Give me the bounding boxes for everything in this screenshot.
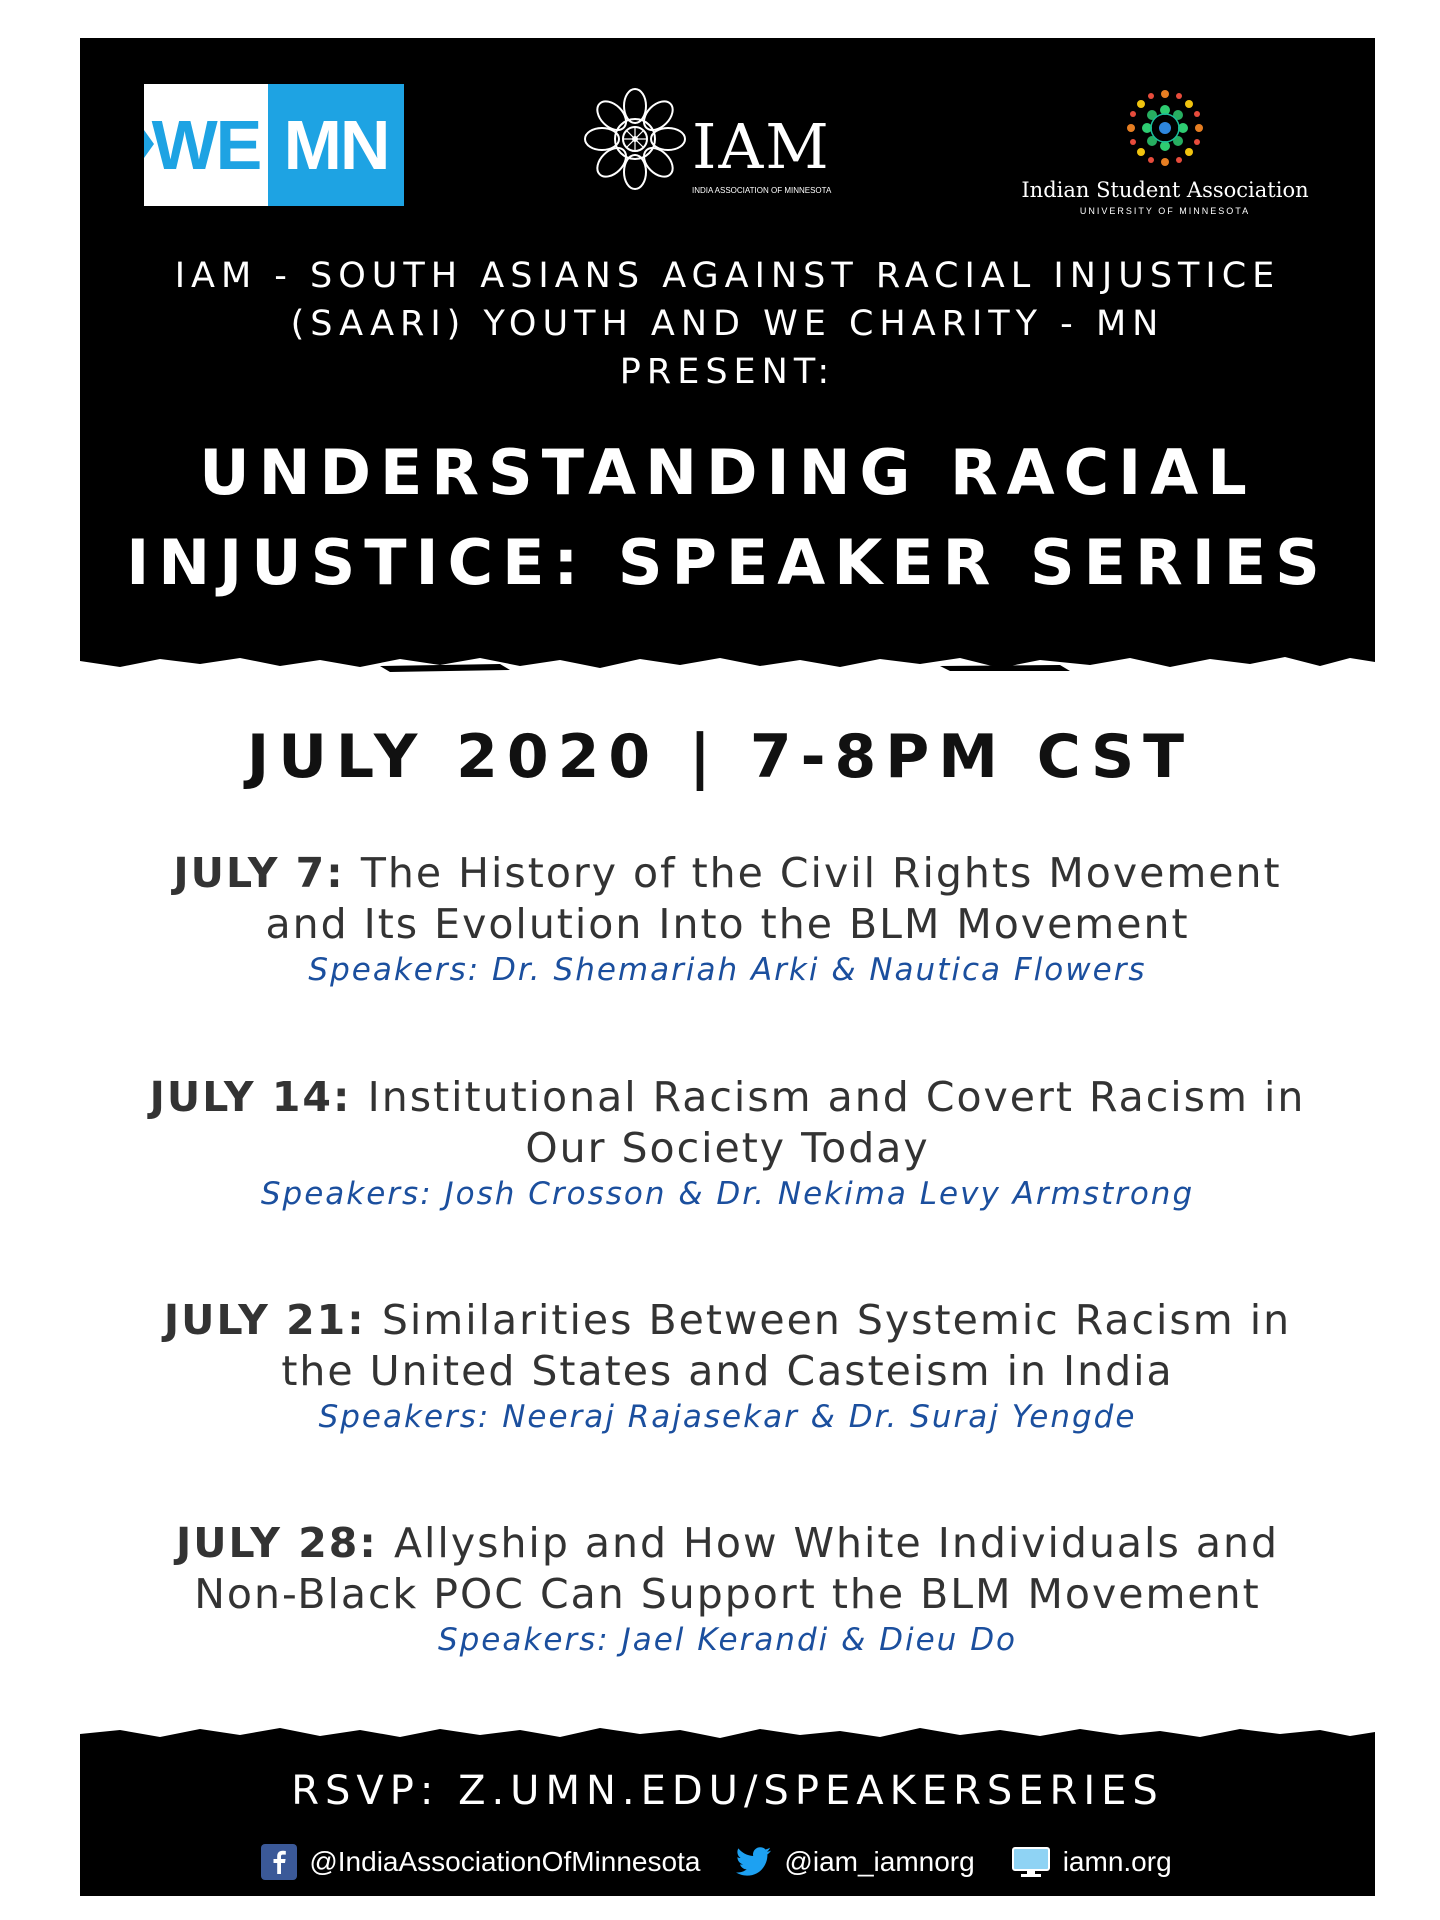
iam-logo-name: IAM xyxy=(692,110,831,183)
session-title: Similarities Between Systemic Racism in xyxy=(381,1296,1292,1344)
session-date: JULY 14 xyxy=(149,1073,333,1121)
rsvp-link[interactable]: RSVP: Z.UMN.EDU/SPEAKERSERIES xyxy=(80,1768,1375,1814)
session-title-line-2: Non-Black POC Can Support the BLM Moveme… xyxy=(194,1570,1261,1618)
session-speakers: Speakers: Dr. Shemariah Arki & Nautica F… xyxy=(308,952,1147,988)
session-title-line-1: JULY 14: Institutional Racism and Covert… xyxy=(80,1072,1375,1123)
twitter-link[interactable]: @iam_iamnorg xyxy=(736,1846,975,1878)
twitter-handle: @iam_iamnorg xyxy=(784,1846,975,1877)
session-date-separator: : xyxy=(359,1519,394,1567)
facebook-icon xyxy=(261,1844,298,1880)
presenters-text: IAM - SOUTH ASIANS AGAINST RACIAL INJUST… xyxy=(80,252,1375,396)
session-july-14: JULY 14: Institutional Racism and Covert… xyxy=(80,1072,1375,1214)
session-july-7: JULY 7: The History of the Civil Rights … xyxy=(80,848,1375,990)
indian-student-association-logo: Indian Student Association UNIVERSITY OF… xyxy=(1005,82,1325,222)
event-title-line-2: INJUSTICE: SPEAKER SERIES xyxy=(126,526,1329,599)
iam-emblem-icon xyxy=(584,88,686,190)
session-speakers: Speakers: Jael Kerandi & Dieu Do xyxy=(437,1622,1018,1658)
header-banner: WE MN IAM INDIA ASSOCIATION OF MINNESOTA… xyxy=(80,38,1375,650)
presenters-line-3: PRESENT: xyxy=(619,352,836,392)
schedule-heading: JULY 2020 | 7-8PM CST xyxy=(246,722,1194,792)
session-date: JULY 7 xyxy=(173,849,327,897)
iam-logo: IAM INDIA ASSOCIATION OF MINNESOTA xyxy=(580,84,870,204)
isa-logo-name: Indian Student Association xyxy=(1021,178,1309,202)
session-date: JULY 21 xyxy=(163,1296,348,1344)
we-mn-logo-we-text: WE xyxy=(151,106,263,184)
poster: WE MN IAM INDIA ASSOCIATION OF MINNESOTA… xyxy=(0,0,1440,1920)
website-link[interactable]: iamn.org xyxy=(1011,1846,1172,1878)
twitter-icon xyxy=(736,1847,772,1876)
isa-logo-subtitle: UNIVERSITY OF MINNESOTA xyxy=(1079,206,1251,216)
we-mn-logo-mn-text: MN xyxy=(283,106,391,184)
website-url: iamn.org xyxy=(1062,1846,1172,1877)
session-date: JULY 28 xyxy=(176,1519,360,1567)
we-mn-logo-left: WE xyxy=(144,84,268,206)
we-mn-logo: WE MN xyxy=(144,84,404,206)
session-date-separator: : xyxy=(332,1073,368,1121)
session-july-21: JULY 21: Similarities Between Systemic R… xyxy=(80,1295,1375,1437)
session-speakers: Speakers: Neeraj Rajasekar & Dr. Suraj Y… xyxy=(318,1399,1137,1435)
session-july-28: JULY 28: Allyship and How White Individu… xyxy=(80,1518,1375,1660)
iam-logo-subtitle: INDIA ASSOCIATION OF MINNESOTA xyxy=(692,186,832,195)
session-title-line-1: JULY 21: Similarities Between Systemic R… xyxy=(80,1295,1375,1346)
footer-banner: RSVP: Z.UMN.EDU/SPEAKERSERIES @IndiaAsso… xyxy=(80,1748,1375,1896)
event-title-line-1: UNDERSTANDING RACIAL xyxy=(199,436,1256,509)
session-title-line-1: JULY 28: Allyship and How White Individu… xyxy=(80,1518,1375,1569)
presenters-line-1: IAM - SOUTH ASIANS AGAINST RACIAL INJUST… xyxy=(174,256,1281,296)
session-date-separator: : xyxy=(347,1296,382,1344)
session-title-line-1: JULY 7: The History of the Civil Rights … xyxy=(80,848,1375,899)
facebook-handle: @IndiaAssociationOfMinnesota xyxy=(309,1846,701,1877)
header-brush-edge xyxy=(80,640,1375,672)
computer-icon xyxy=(1011,1847,1050,1877)
presenters-line-2: (SAARI) YOUTH AND WE CHARITY - MN xyxy=(290,304,1165,344)
mandala-icon xyxy=(1127,90,1203,166)
session-title-line-2: the United States and Casteism in India xyxy=(281,1347,1174,1395)
session-title-line-2: and Its Evolution Into the BLM Movement xyxy=(265,900,1190,948)
facebook-link[interactable]: @IndiaAssociationOfMinnesota xyxy=(261,1844,700,1880)
session-title: Institutional Racism and Covert Racism i… xyxy=(367,1073,1306,1121)
session-title: Allyship and How White Individuals and xyxy=(393,1519,1279,1567)
session-title-line-2: Our Society Today xyxy=(525,1124,930,1172)
we-mn-logo-right: MN xyxy=(268,84,404,206)
session-title: The History of the Civil Rights Movement xyxy=(360,849,1282,897)
social-links: @IndiaAssociationOfMinnesota @iam_iamnor… xyxy=(80,1844,1375,1880)
session-date-separator: : xyxy=(326,849,361,897)
event-title: UNDERSTANDING RACIAL INJUSTICE: SPEAKER … xyxy=(80,428,1375,608)
session-speakers: Speakers: Josh Crosson & Dr. Nekima Levy… xyxy=(260,1176,1195,1212)
